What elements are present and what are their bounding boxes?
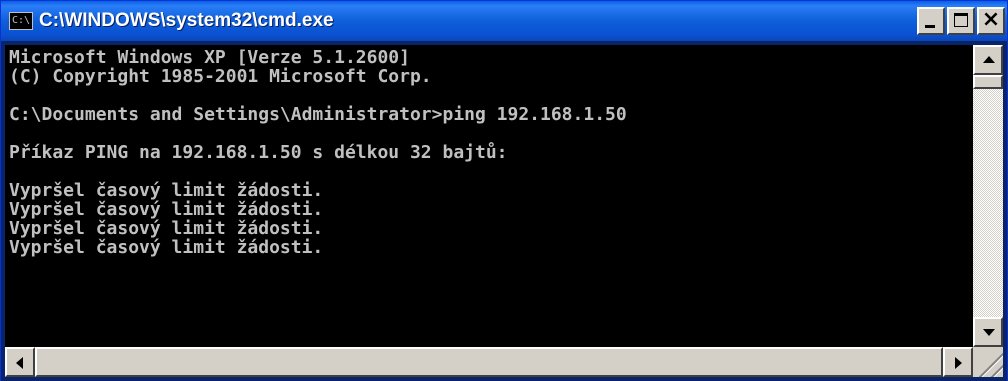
cmd-window: C:\ C:\WINDOWS\system32\cmd.exe × Micros…	[0, 0, 1008, 381]
console-icon[interactable]: C:\	[9, 12, 33, 30]
scroll-up-button[interactable]	[973, 45, 1003, 75]
arrow-down-icon	[983, 329, 995, 336]
resize-grip[interactable]	[973, 347, 1003, 377]
console-line: Microsoft Windows XP [Verze 5.1.2600]	[9, 47, 410, 68]
console-line: Vypršel časový limit žádosti.	[9, 237, 324, 258]
console-line: (C) Copyright 1985-2001 Microsoft Corp.	[9, 66, 432, 87]
scroll-right-button[interactable]	[943, 347, 973, 377]
arrow-up-icon	[983, 56, 995, 63]
scroll-left-button[interactable]	[5, 347, 35, 377]
arrow-left-icon	[16, 357, 23, 369]
console-line: Vypršel časový limit žádosti.	[9, 199, 324, 220]
maximize-icon	[954, 13, 968, 27]
vertical-scrollbar[interactable]	[973, 45, 1003, 347]
horizontal-scroll-thumb[interactable]	[35, 347, 943, 377]
resize-grip-line	[975, 352, 1003, 377]
console-line: C:\Documents and Settings\Administrator>…	[9, 104, 627, 125]
console-line: Vypršel časový limit žádosti.	[9, 180, 324, 201]
window-controls: ×	[917, 7, 1005, 35]
vertical-scroll-thumb[interactable]	[973, 75, 1003, 89]
console-line: Příkaz PING na 192.168.1.50 s délkou 32 …	[9, 142, 508, 163]
maximize-button[interactable]	[947, 7, 975, 35]
minimize-icon	[925, 25, 935, 28]
window-title: C:\WINDOWS\system32\cmd.exe	[39, 10, 334, 31]
console-output[interactable]: Microsoft Windows XP [Verze 5.1.2600] (C…	[5, 45, 973, 347]
title-bar[interactable]: C:\ C:\WINDOWS\system32\cmd.exe ×	[1, 1, 1007, 41]
console-text: Microsoft Windows XP [Verze 5.1.2600] (C…	[5, 45, 973, 257]
close-button[interactable]: ×	[977, 7, 1005, 35]
console-line: Vypršel časový limit žádosti.	[9, 218, 324, 239]
window-bottom-border	[1, 377, 1007, 381]
resize-grip-icon	[981, 358, 1003, 377]
minimize-button[interactable]	[917, 7, 945, 35]
scroll-down-button[interactable]	[973, 317, 1003, 347]
close-icon: ×	[981, 7, 1001, 32]
horizontal-scrollbar[interactable]	[5, 347, 973, 377]
arrow-right-icon	[955, 357, 962, 369]
